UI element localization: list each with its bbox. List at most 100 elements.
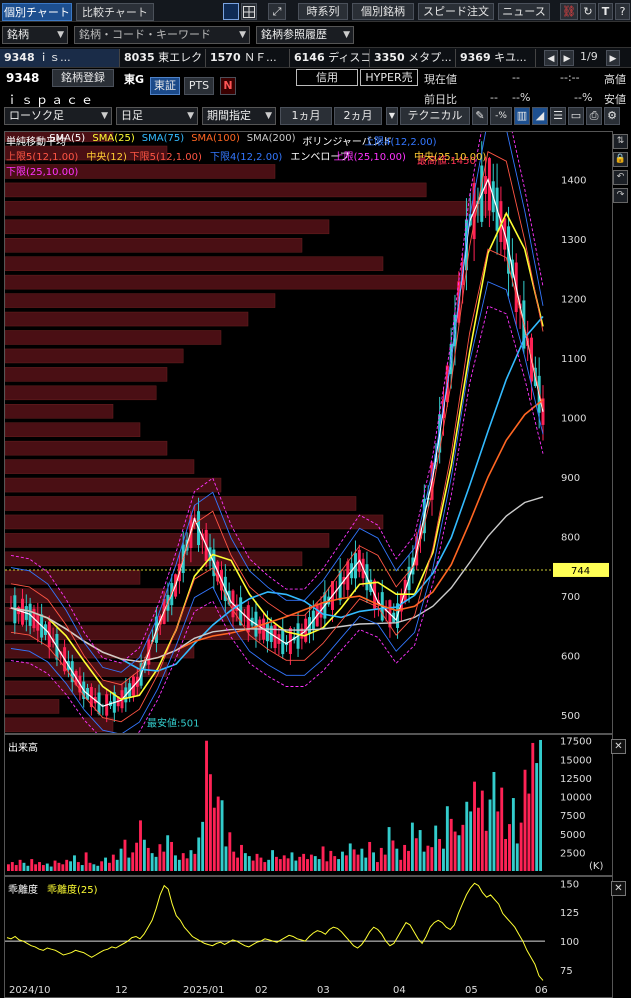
x-axis-label: 12 [115,985,128,996]
quote-tab[interactable]: 8035 東エレク [120,49,206,67]
volume-bar [247,856,251,871]
volume-bar [127,857,131,871]
range-1m-button[interactable]: 1ヵ月 [280,107,332,125]
close-icon[interactable]: ✕ [611,739,626,754]
volume-bar [57,862,61,871]
chart-controls: ローソク足 ▼ 日足 ▼ 期間指定 ▼ 1ヵ月 2ヵ月 ▼ テクニカル ✎ -% ▥ … [0,106,631,128]
next-icon[interactable]: ▶ [560,50,574,66]
news-button[interactable]: ニュース [498,3,550,20]
quote-tab[interactable]: 3350 メタプ... [370,49,456,67]
volume-title: 出来高 [8,743,38,754]
help-icon[interactable]: ? [615,3,630,20]
volume-tick-label: 10000 [560,793,592,804]
print-icon[interactable]: ⎙ [586,107,602,125]
quote-tab[interactable]: 1570 ＮＦ... [206,49,290,67]
link-icon[interactable]: ⛓ [560,3,578,20]
range-2m-button[interactable]: 2ヵ月 [334,107,382,125]
price-panel: 500 600 700 800 900 1000 1100 1200 1300 1400 744 最高… [4,131,613,734]
volume-profile-bar [5,274,465,290]
volume-bar [519,822,523,871]
volume-bar [123,839,127,871]
credit-button[interactable]: 信用 [296,69,358,86]
y-tick-label: 800 [561,533,580,544]
prev-icon[interactable]: ◀ [544,50,558,66]
undo-icon[interactable]: ↶ [613,170,628,185]
hyper-sell-button[interactable]: HYPER売 [360,69,418,86]
volume-bar [286,858,290,871]
volume-profile-bar [5,404,114,419]
chart-type-select[interactable]: ローソク足 ▼ [4,107,112,125]
volume-profile-bar [5,237,303,253]
volume-profile-bar [5,459,195,474]
close-icon[interactable]: ✕ [611,881,626,896]
quote-tab[interactable]: 9369 キユ... [456,49,536,67]
volume-bar [476,807,480,871]
lock-icon[interactable]: 🔒 [613,152,628,167]
period-select[interactable]: 日足 ▼ [116,107,198,125]
collapse-icon[interactable]: ⇅ [613,134,628,149]
volume-profile-bar [5,330,222,345]
quote-code: 6146 [294,51,325,64]
individual-stock-button[interactable]: 個別銘柄 [352,3,414,20]
settings-icon[interactable]: ⚙ [604,107,620,125]
legend-item: SMA(25) [92,133,135,144]
quote-tabs: 9348 ｉｓ... 8035 東エレク 1570 ＮＦ... 6146 ディス… [0,47,631,68]
refresh-icon[interactable]: ↻ [580,3,596,20]
x-axis-label: 2025/01 [183,985,225,996]
range-select[interactable]: 期間指定 ▼ [202,107,276,125]
technical-button[interactable]: テクニカル [400,107,470,125]
folder-icon[interactable]: ▭ [568,107,584,125]
grid-layout-icon[interactable] [241,3,257,20]
exchange-pts-button[interactable]: PTS [184,77,214,95]
history-selector[interactable]: 銘柄参照履歴 ▼ [256,26,354,44]
area-chart-icon[interactable]: ◢ [532,107,548,125]
draw-icon[interactable]: ✎ [472,107,488,125]
volume-profile-bar [5,219,330,235]
volume-bar [387,827,391,871]
search-row: 銘柄 ▼ 銘柄・コード・キーワード ▼ 銘柄参照履歴 ▼ [0,24,631,46]
quote-name: ディスコ [328,51,370,64]
volume-bar [166,835,170,871]
deviation-tick-label: 125 [560,908,579,919]
tab-compare-chart[interactable]: 比較チャート [76,3,154,21]
current-time-value: --:-- [560,71,580,84]
volume-bar [34,864,38,871]
text-size-icon[interactable]: T [598,3,613,20]
search-placeholder: 銘柄・コード・キーワード [79,28,211,41]
volume-bar [294,860,298,871]
volume-bar [193,853,197,871]
volume-bar [61,864,65,871]
volume-bar [302,853,306,871]
deviation-line [6,882,544,981]
volume-bar [26,865,30,871]
timeseries-button[interactable]: 時系列 [298,3,348,20]
volume-bar [251,860,255,871]
tab-individual-chart[interactable]: 個別チャート [2,3,72,21]
redo-icon[interactable]: ↷ [613,188,628,203]
volume-profile-bar [5,293,276,308]
volume-bar [484,830,488,871]
percent-icon[interactable]: -% [490,107,512,125]
volume-profile-bar [5,533,330,548]
next-page-icon[interactable]: ▶ [606,50,620,66]
volume-profile-bar [5,367,168,382]
notice-icon[interactable]: N [220,77,236,95]
stock-selector[interactable]: 銘柄 ▼ [2,26,68,44]
range-more-icon[interactable]: ▼ [386,107,398,125]
volume-profile-bar [5,201,492,216]
quote-tab[interactable]: 6146 ディスコ [290,49,370,67]
quote-tab[interactable]: 9348 ｉｓ... [0,49,120,67]
register-stock-button[interactable]: 銘柄登録 [52,69,114,87]
volume-bar [539,739,542,871]
volume-bar [135,842,139,871]
volume-bar [212,807,216,871]
search-input[interactable]: 銘柄・コード・キーワード ▼ [74,26,250,44]
exchange-tse-button[interactable]: 東証 [150,77,180,95]
list-icon[interactable]: ☰ [550,107,566,125]
speed-order-button[interactable]: スピード注文 [418,3,494,20]
candle-icon[interactable]: ▥ [514,107,530,125]
high-label: 高値 [604,73,626,86]
expand-icon[interactable]: ⤢ [268,3,286,20]
single-layout-icon[interactable] [223,3,239,20]
volume-bar [150,853,154,871]
